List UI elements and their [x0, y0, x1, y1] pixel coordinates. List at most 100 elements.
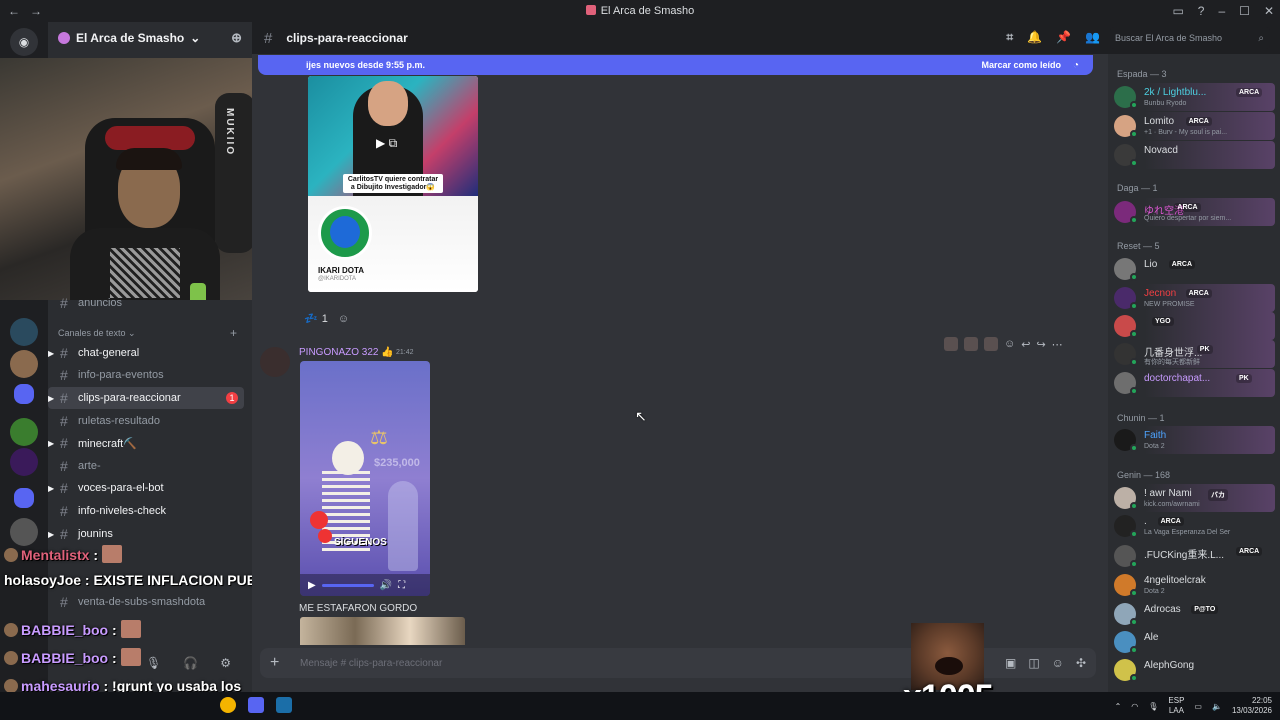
- hash-icon: #: [60, 295, 68, 311]
- member-row[interactable]: Ale: [1112, 628, 1275, 656]
- wifi-icon[interactable]: ◠: [1131, 702, 1138, 711]
- thumbnail-face: [368, 81, 408, 126]
- member-name: ! awr Nami: [1144, 488, 1192, 499]
- help-icon[interactable]: ?: [1198, 4, 1205, 18]
- server-icon-1[interactable]: [10, 318, 38, 346]
- channel-info-niveles-check[interactable]: # info-niveles-check: [48, 500, 244, 522]
- member-row[interactable]: . La Vaga Esperanza Del Ser ARCA: [1112, 512, 1275, 540]
- folder-icon[interactable]: [14, 384, 34, 404]
- chrome-icon[interactable]: [220, 697, 236, 713]
- reaction-pill[interactable]: 💤 1: [300, 310, 332, 327]
- video-embed-thumbnail[interactable]: ▶ ⧉ CarlitosTV quiere contratar a Dibuji…: [308, 76, 478, 292]
- thumbnail-caption: CarlitosTV quiere contratar a Dibujito I…: [343, 174, 443, 193]
- clock[interactable]: 22:05 13/03/2026: [1232, 696, 1272, 716]
- server-icon-4[interactable]: [10, 448, 38, 476]
- channel-jounins[interactable]: ▶ # jounins: [48, 523, 244, 545]
- member-row[interactable]: 2k / Lightblu... Bunbu Ryodo ARCA: [1112, 83, 1275, 111]
- server-header[interactable]: El Arca de Smasho ⌄ ⊕: [48, 22, 252, 54]
- image-attachment[interactable]: [300, 617, 465, 645]
- member-row[interactable]: ゆれ空港 Quiero despertar por siem... ARCA: [1112, 198, 1275, 226]
- add-reaction-icon[interactable]: ☺: [338, 313, 349, 325]
- embed-channel-name: IKARI DOTA: [318, 266, 365, 275]
- add-channel-icon[interactable]: +: [230, 326, 237, 340]
- category-header[interactable]: Canales de texto ⌄ +: [58, 326, 237, 340]
- video-attachment[interactable]: ⚖ $235,000 SÍGUENOS ▶ 🔊 ⛶: [300, 361, 430, 596]
- add-reaction-icon[interactable]: ☺: [1004, 338, 1015, 350]
- chevron-down-icon: ⌄: [190, 31, 201, 45]
- close-button[interactable]: ✕: [1264, 4, 1274, 18]
- server-icon-5[interactable]: [10, 518, 38, 546]
- sticker-icon[interactable]: ◫: [1028, 656, 1039, 670]
- member-row[interactable]: ! awr Nami kick.com/awrnami バカ: [1112, 484, 1275, 512]
- member-row[interactable]: Jecnon NEW PROMISE ARCA: [1112, 284, 1275, 312]
- folder-icon-2[interactable]: [14, 488, 34, 508]
- channel-minecraft[interactable]: ▶ # minecraft⛏️: [48, 432, 244, 454]
- mic-icon[interactable]: 🎙: [146, 656, 161, 670]
- avatar[interactable]: [260, 347, 290, 377]
- inbox-icon[interactable]: ▭: [1172, 4, 1183, 18]
- pin-icon[interactable]: 📌: [1056, 30, 1071, 45]
- member-row[interactable]: 4ngelitoelcrak Dota 2: [1112, 571, 1275, 599]
- quick-reaction-2[interactable]: [964, 337, 978, 351]
- status-indicator: [1130, 387, 1138, 395]
- member-row[interactable]: Faith Dota 2: [1112, 426, 1275, 454]
- server-search-input[interactable]: Buscar El Arca de Smasho ⌕: [1110, 27, 1270, 49]
- minimize-button[interactable]: –: [1218, 4, 1225, 18]
- member-row[interactable]: Lomito +1 · Burv - My soul is pai... ARCA: [1112, 112, 1275, 140]
- server-icon-2[interactable]: [10, 350, 38, 378]
- quick-reaction-1[interactable]: [944, 337, 958, 351]
- apps-icon[interactable]: ✣: [1076, 656, 1086, 670]
- volume-tray-icon[interactable]: 🔈: [1212, 702, 1222, 711]
- discord-home-icon[interactable]: ◉: [10, 28, 38, 56]
- bell-icon[interactable]: 🔔: [1027, 30, 1042, 45]
- emoji-icon[interactable]: ☺: [1052, 656, 1064, 670]
- tray-chevron-icon[interactable]: ⌃: [1115, 702, 1122, 711]
- new-messages-bar[interactable]: ijes nuevos desde 9:55 p.m. Marcar como …: [258, 55, 1093, 75]
- fullscreen-icon[interactable]: ⛶: [398, 580, 405, 591]
- member-row[interactable]: doctorchapat... PK: [1112, 369, 1275, 397]
- more-options-icon[interactable]: ⋯: [1052, 338, 1063, 351]
- forward-icon[interactable]: ↪: [1036, 338, 1045, 351]
- message-author[interactable]: PINGONAZO 322 👍: [299, 347, 394, 358]
- member-row[interactable]: Adrocas P@TO: [1112, 600, 1275, 628]
- channel-venta-de-subs[interactable]: # venta-de-subs-smashdota: [48, 591, 244, 613]
- threads-icon[interactable]: ⌗: [1006, 30, 1013, 45]
- mark-as-read-button[interactable]: Marcar como leído: [981, 60, 1061, 70]
- volume-icon[interactable]: 🔊: [380, 580, 392, 591]
- gif-icon[interactable]: ▣: [1005, 656, 1016, 670]
- member-row[interactable]: Lio ARCA: [1112, 255, 1275, 283]
- attach-plus-icon[interactable]: +: [270, 654, 279, 672]
- reply-icon[interactable]: ↩: [1021, 338, 1030, 351]
- invite-icon[interactable]: ⊕: [231, 30, 242, 46]
- play-icon[interactable]: ▶ ⧉: [376, 136, 397, 151]
- member-row[interactable]: YGO: [1112, 312, 1275, 340]
- channel-arte[interactable]: # arte-: [48, 455, 244, 477]
- headphones-icon[interactable]: 🎧: [183, 656, 198, 670]
- play-icon[interactable]: ▶: [308, 580, 316, 591]
- member-status-text: +1 · Burv - My soul is pai...: [1144, 129, 1228, 136]
- server-icon-3[interactable]: [10, 418, 38, 446]
- channel-clips-para-reaccionar[interactable]: ▶ # clips-para-reaccionar 1: [48, 387, 244, 409]
- member-row[interactable]: Novacd: [1112, 141, 1275, 169]
- mic-tray-icon[interactable]: 🎙: [1148, 702, 1158, 711]
- settings-gear-icon[interactable]: ⚙: [220, 656, 231, 670]
- channel-voces-para-el-bot[interactable]: ▶ # voces-para-el-bot: [48, 477, 244, 499]
- progress-bar[interactable]: [321, 583, 374, 587]
- member-row[interactable]: .FUCKing重来.L... ARCA: [1112, 542, 1275, 570]
- discord-taskbar-icon[interactable]: [248, 697, 264, 713]
- channel-anuncios[interactable]: # anuncios: [48, 292, 244, 314]
- hash-icon: #: [60, 367, 68, 383]
- member-row[interactable]: AlephGong: [1112, 656, 1275, 684]
- quick-reaction-3[interactable]: [984, 337, 998, 351]
- member-row[interactable]: 几番身世浮... 有你的每天都新鲜 PK: [1112, 340, 1275, 368]
- steam-icon[interactable]: [276, 697, 292, 713]
- status-indicator: [1130, 444, 1138, 452]
- language-indicator[interactable]: ESP LAA: [1168, 696, 1184, 716]
- member-name: doctorchapat...: [1144, 373, 1211, 384]
- channel-ruletas-resultado[interactable]: # ruletas-resultado: [48, 410, 244, 432]
- display-icon[interactable]: ▭: [1194, 702, 1202, 711]
- channel-info-para-eventos[interactable]: # info-para-eventos: [48, 364, 244, 386]
- channel-chat-general[interactable]: ▶ # chat-general: [48, 342, 244, 364]
- members-icon[interactable]: 👥: [1085, 30, 1100, 45]
- maximize-button[interactable]: ☐: [1239, 4, 1250, 18]
